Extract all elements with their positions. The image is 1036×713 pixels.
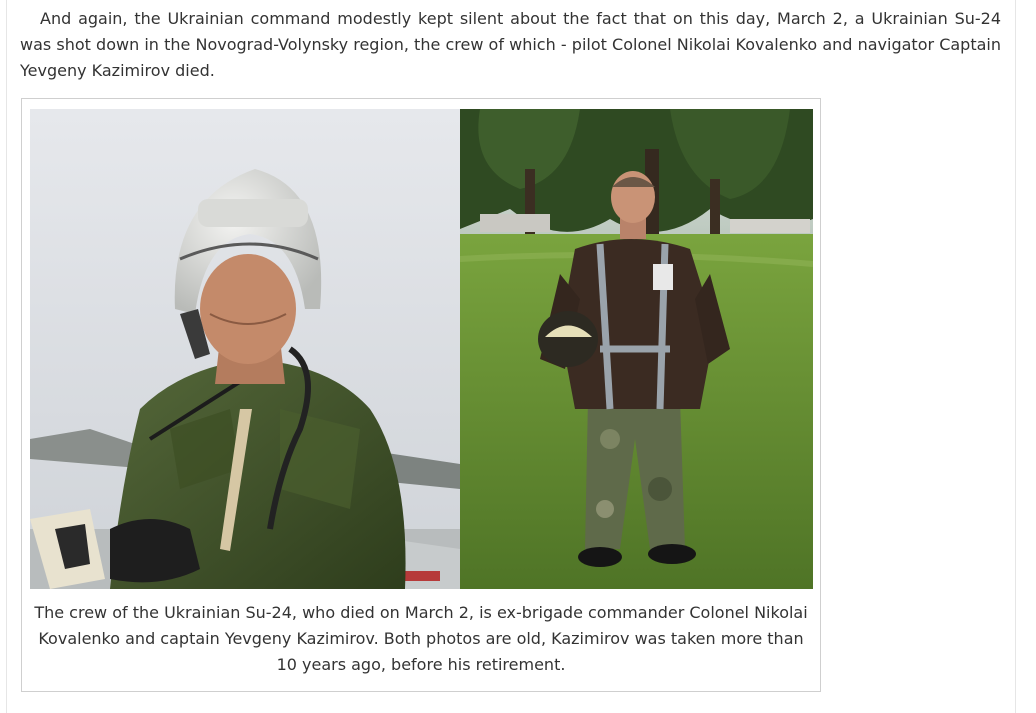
photo-figure: The crew of the Ukrainian Su-24, who die… bbox=[21, 98, 821, 692]
article-paragraph: And again, the Ukrainian command modestl… bbox=[20, 9, 1001, 80]
photo-caption: The crew of the Ukrainian Su-24, who die… bbox=[34, 603, 808, 674]
navigator-outdoor-photo bbox=[460, 109, 813, 589]
photo-collage[interactable] bbox=[30, 109, 813, 589]
pilot-in-helmet-photo bbox=[30, 109, 460, 589]
